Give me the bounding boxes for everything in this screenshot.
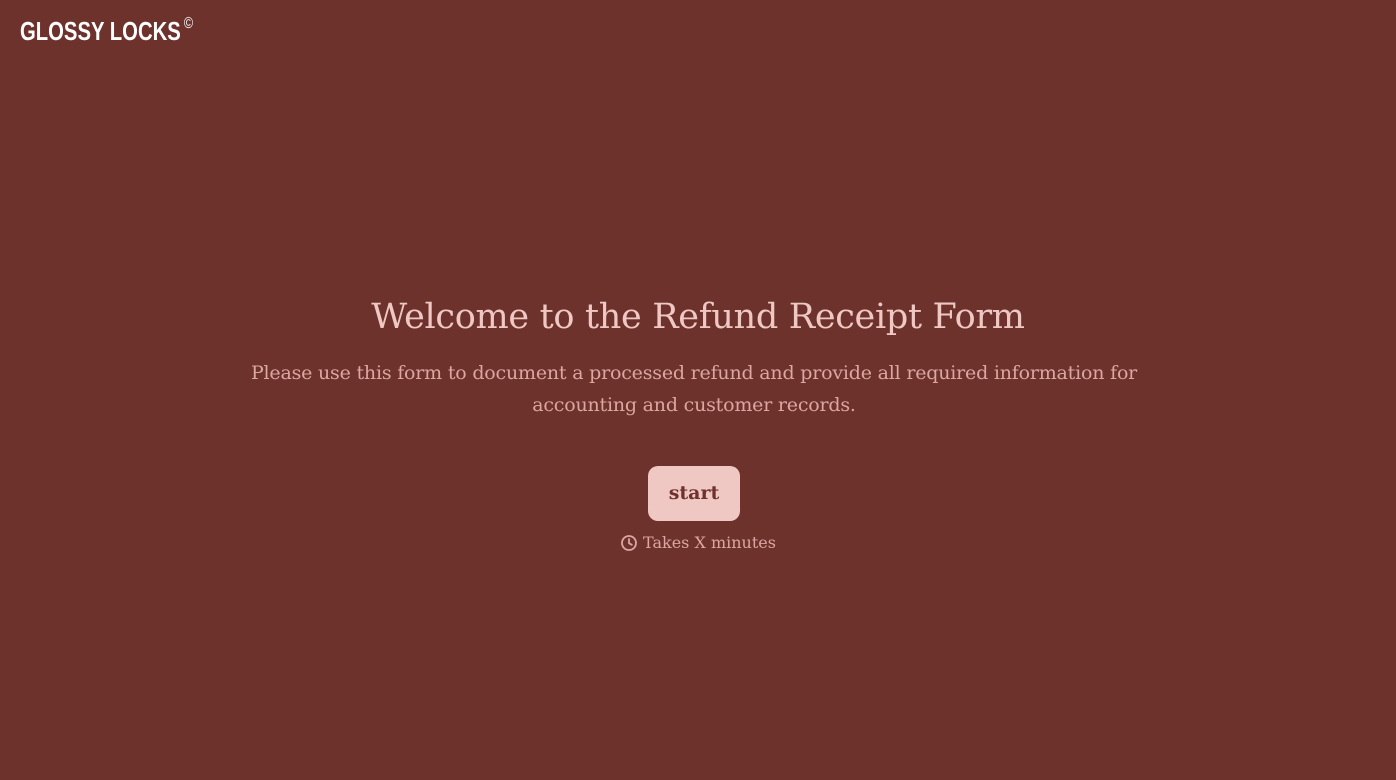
duration-text: Takes X minutes bbox=[643, 533, 776, 552]
clock-icon bbox=[621, 535, 637, 551]
duration-note: Takes X minutes bbox=[0, 532, 1396, 554]
start-button[interactable]: start bbox=[648, 466, 740, 521]
welcome-screen: Welcome to the Refund Receipt Form Pleas… bbox=[0, 0, 1396, 780]
page-description: Please use this form to document a proce… bbox=[250, 362, 1138, 416]
page-title: Welcome to the Refund Receipt Form bbox=[371, 297, 1025, 337]
